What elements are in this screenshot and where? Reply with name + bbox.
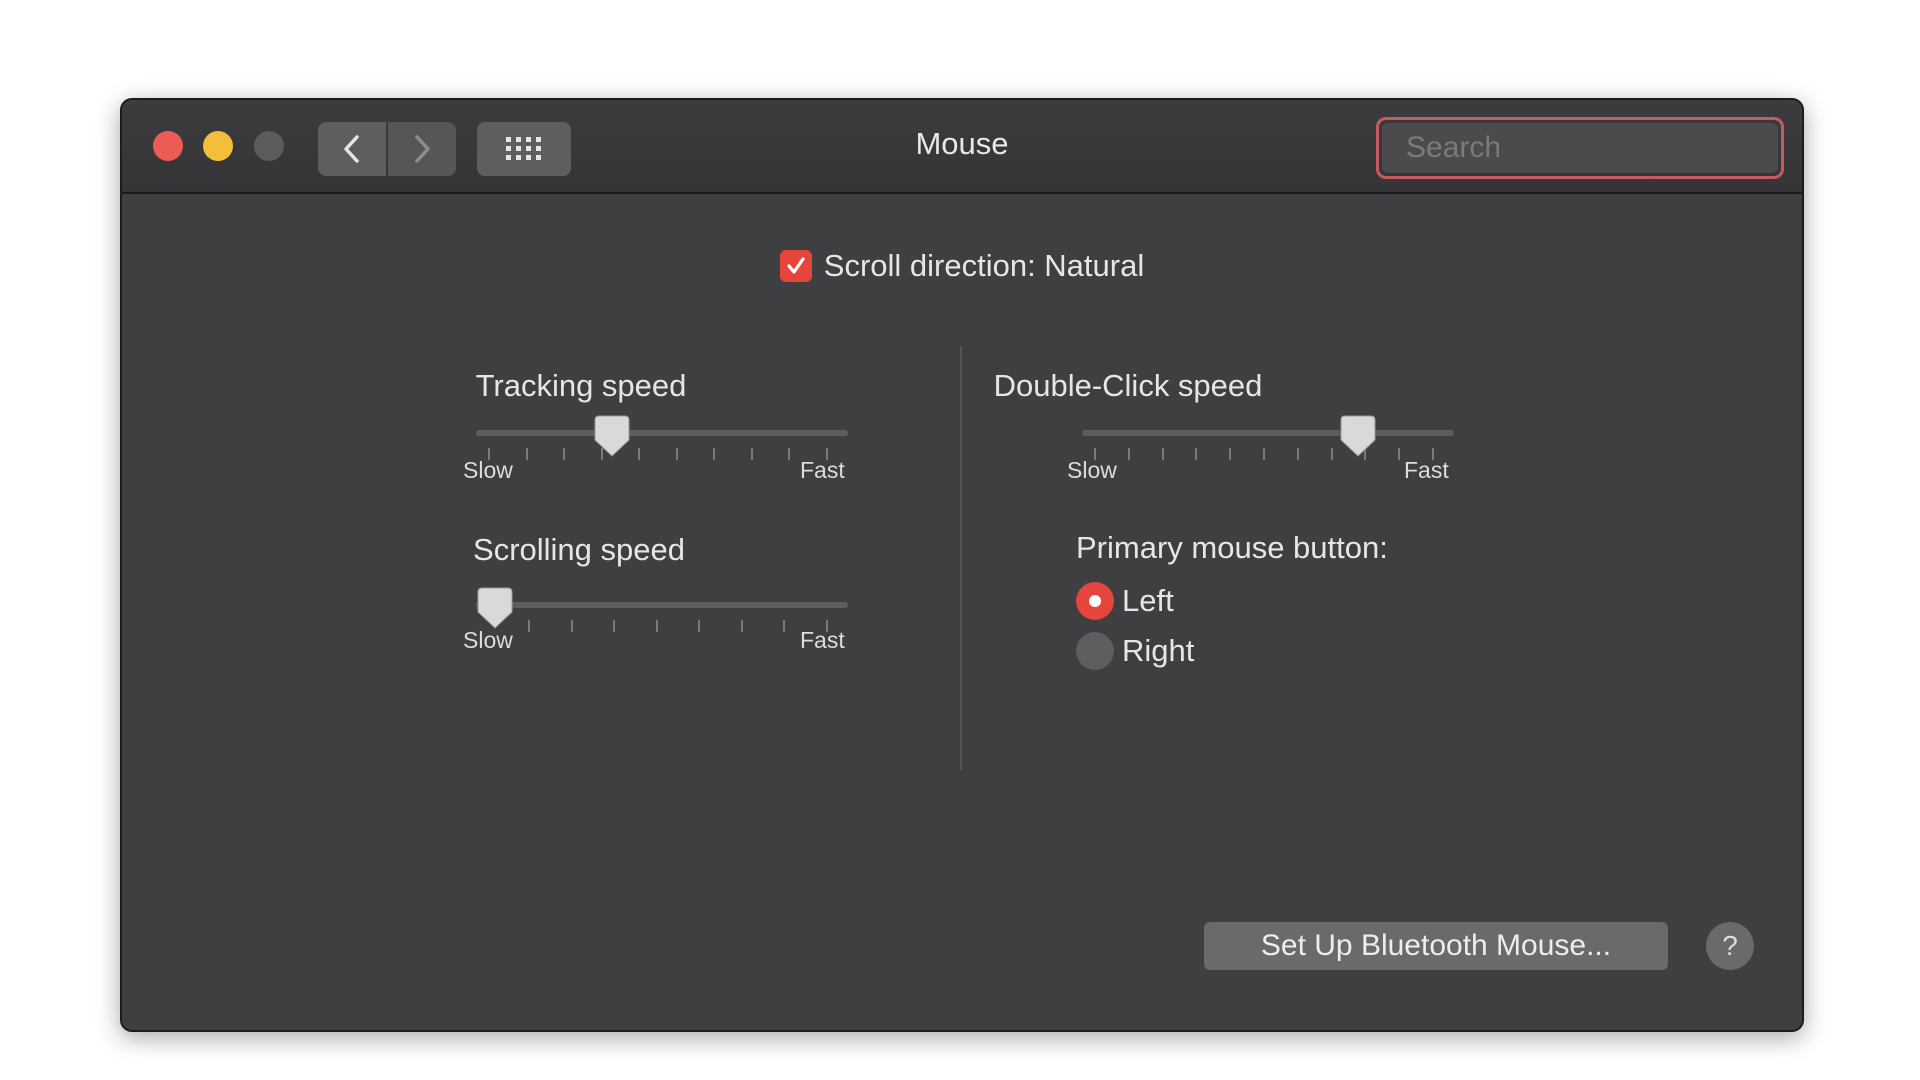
slider-tick <box>1330 448 1333 460</box>
double-click-slow-label: Slow <box>1067 457 1117 483</box>
slider-track[interactable] <box>476 602 848 608</box>
radio-option-right[interactable]: Right <box>1076 632 1194 670</box>
tracking-speed-slider[interactable] <box>476 415 848 498</box>
slider-tick <box>528 620 530 632</box>
slider-tick <box>525 448 528 460</box>
setup-bluetooth-mouse-button[interactable]: Set Up Bluetooth Mouse... <box>1204 922 1668 970</box>
slider-tick <box>675 448 678 460</box>
tracking-speed-title: Tracking speed <box>475 368 687 403</box>
search-field[interactable] <box>1376 117 1794 179</box>
slider-thumb[interactable] <box>476 586 514 630</box>
left-radio-button[interactable] <box>1076 582 1114 620</box>
column-divider <box>960 346 962 770</box>
slider-tick <box>1398 448 1401 460</box>
slider-tick <box>563 448 566 460</box>
primary-mouse-button-title: Primary mouse button: <box>1076 530 1388 565</box>
slider-tick <box>1263 448 1265 460</box>
slider-ticks <box>476 448 848 460</box>
slider-tick <box>740 620 743 632</box>
scrolling-slow-label: Slow <box>463 627 513 653</box>
slider-tick <box>655 620 658 632</box>
slider-tick <box>788 448 791 460</box>
search-input[interactable] <box>1404 130 1794 166</box>
scroll-direction-setting[interactable]: Scroll direction: Natural <box>122 248 1802 284</box>
slider-tick <box>783 620 786 632</box>
slider-tick <box>1296 448 1299 460</box>
slider-ticks <box>476 620 848 632</box>
slider-thumb[interactable] <box>593 414 631 458</box>
slider-tick <box>713 448 716 460</box>
slider-tick <box>750 448 753 460</box>
radio-option-left[interactable]: Left <box>1076 582 1174 620</box>
double-click-speed-slider[interactable] <box>1082 415 1454 498</box>
slider-tick <box>638 448 641 460</box>
help-button[interactable]: ? <box>1706 922 1754 970</box>
slider-tick <box>1127 448 1130 460</box>
slider-ticks <box>1082 448 1454 460</box>
tracking-slow-label: Slow <box>463 457 513 483</box>
slider-tick <box>698 620 701 632</box>
double-click-fast-label: Fast <box>1404 457 1449 483</box>
slider-tick <box>1229 448 1232 460</box>
slider-track[interactable] <box>1082 430 1454 436</box>
double-click-speed-title: Double-Click speed <box>993 368 1263 403</box>
right-radio-label: Right <box>1122 633 1195 668</box>
slider-tick <box>570 620 573 632</box>
scroll-direction-checkbox[interactable] <box>779 250 812 282</box>
slider-thumb[interactable] <box>1339 414 1377 458</box>
scroll-direction-label: Scroll direction: Natural <box>823 248 1145 283</box>
slider-tick <box>1195 448 1198 460</box>
right-radio-button[interactable] <box>1076 632 1114 670</box>
left-radio-label: Left <box>1122 583 1174 618</box>
title-bar: Mouse <box>122 100 1802 194</box>
slider-track[interactable] <box>476 430 848 436</box>
scrolling-speed-title: Scrolling speed <box>473 532 685 567</box>
slider-tick <box>1161 448 1164 460</box>
preferences-window: Mouse Scroll direction: Natural Tracking… <box>120 98 1804 1032</box>
tracking-fast-label: Fast <box>800 457 845 483</box>
scrolling-fast-label: Fast <box>800 627 845 653</box>
slider-tick <box>613 620 616 632</box>
checkmark-icon <box>787 257 805 274</box>
scrolling-speed-slider[interactable] <box>476 587 848 670</box>
